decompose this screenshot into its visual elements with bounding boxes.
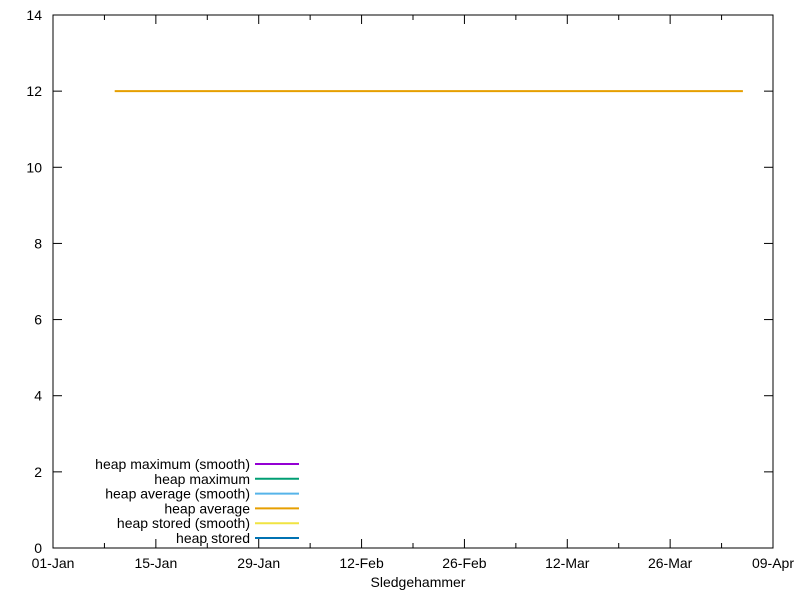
legend-label: heap average (smooth) — [105, 486, 250, 502]
y-tick-label: 6 — [34, 312, 42, 328]
y-tick-label: 4 — [34, 388, 42, 404]
y-tick-label: 8 — [34, 235, 42, 251]
legend-label: heap average — [164, 500, 250, 516]
x-tick-label: 12-Mar — [545, 555, 590, 571]
legend-label: heap maximum — [154, 471, 250, 487]
legend-label: heap stored (smooth) — [117, 515, 250, 531]
legend-label: heap maximum (smooth) — [95, 456, 250, 472]
chart-canvas: Sledgehammer 01-Jan 15-Jan 29-Jan 12-Feb 26-… — [0, 0, 800, 600]
x-tick-label: 15-Jan — [134, 555, 177, 571]
x-tick-label: 29-Jan — [237, 555, 280, 571]
x-tick-label: 12-Feb — [339, 555, 384, 571]
y-tick-label: 2 — [34, 464, 42, 480]
x-tick-label: 09-Apr — [752, 555, 794, 571]
x-tick-label: 01-Jan — [32, 555, 75, 571]
x-axis-title: Sledgehammer — [371, 574, 466, 590]
y-tick-label: 0 — [34, 540, 42, 556]
gnuplot-line-chart: Sledgehammer 01-Jan 15-Jan 29-Jan 12-Feb 26-… — [0, 0, 800, 600]
y-tick-label: 14 — [26, 7, 42, 23]
y-tick-label: 10 — [26, 159, 42, 175]
x-tick-label: 26-Mar — [648, 555, 693, 571]
y-tick-label: 12 — [26, 83, 42, 99]
legend: heap maximum (smooth)heap maximumheap av… — [95, 456, 299, 546]
legend-label: heap stored — [176, 530, 250, 546]
y-axis: 0 2 4 6 8 10 12 14 — [26, 7, 773, 556]
x-tick-label: 26-Feb — [442, 555, 487, 571]
